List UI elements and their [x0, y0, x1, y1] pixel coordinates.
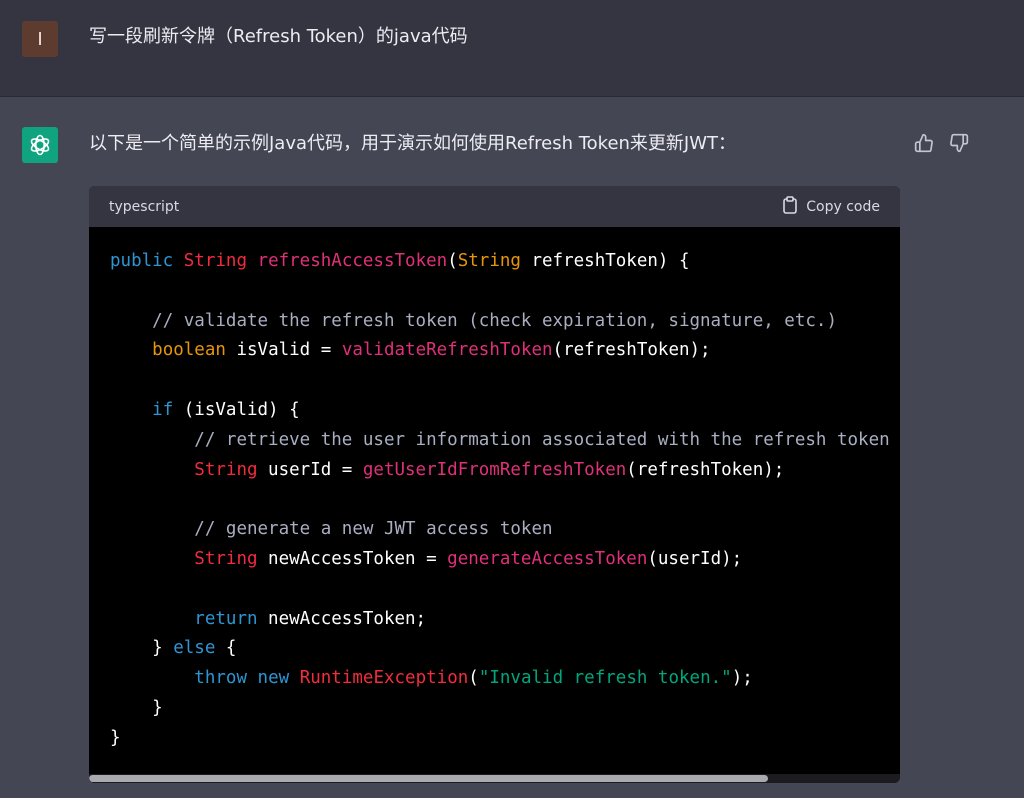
- code-token: // retrieve the user information associa…: [194, 429, 900, 450]
- code-token: throw: [194, 668, 247, 689]
- code-line: }: [110, 724, 900, 754]
- user-avatar: I: [22, 21, 58, 57]
- code-line: boolean isValid = validateRefreshToken(r…: [110, 336, 900, 366]
- code-token: getUserIdFromRefreshToken: [362, 459, 627, 480]
- code-line: return newAccessToken;: [110, 605, 900, 635]
- thumbs-up-icon[interactable]: [913, 132, 935, 154]
- code-line: // retrieve the user information associa…: [110, 426, 900, 456]
- assistant-intro-text: 以下是一个简单的示例Java代码，用于演示如何使用Refresh Token来更…: [89, 133, 737, 154]
- code-token: String: [194, 459, 258, 480]
- code-token: (: [447, 251, 458, 271]
- code-token: return: [194, 608, 258, 629]
- code-token: userId =: [257, 459, 363, 480]
- code-line: public String refreshAccessToken(String …: [110, 247, 900, 277]
- code-token: (userId);: [647, 548, 743, 569]
- code-token: String: [194, 548, 258, 569]
- code-token: isValid =: [225, 340, 342, 361]
- code-token: (isValid) {: [173, 399, 300, 420]
- code-token: // generate a new JWT access token: [194, 519, 553, 540]
- code-line: throw new RuntimeException("Invalid refr…: [110, 664, 900, 694]
- code-token: validateRefreshToken: [341, 340, 553, 361]
- code-line: // generate a new JWT access token: [110, 515, 900, 545]
- scrollbar-thumb[interactable]: [89, 775, 768, 782]
- code-line: // validate the refresh token (check exp…: [110, 307, 900, 337]
- code-token: RuntimeException: [299, 668, 469, 689]
- code-token: (refreshToken);: [552, 340, 711, 361]
- code-token: }: [110, 697, 163, 718]
- clipboard-icon: [782, 195, 798, 218]
- code-token: if: [152, 399, 174, 420]
- code-token: {: [215, 638, 237, 659]
- code-token: boolean: [152, 340, 226, 361]
- code-token: );: [731, 668, 753, 689]
- code-line: } else {: [110, 634, 900, 664]
- code-token: // validate the refresh token (check exp…: [152, 310, 837, 331]
- code-token: refreshAccessToken: [257, 251, 448, 271]
- thumbs-down-icon[interactable]: [948, 132, 970, 154]
- user-prompt-text: 写一段刷新令牌（Refresh Token）的java代码: [89, 26, 468, 47]
- chatgpt-logo-icon: [22, 127, 58, 163]
- code-token: (: [468, 668, 479, 689]
- code-body: public String refreshAccessToken(String …: [89, 227, 900, 775]
- code-token: refreshToken) {: [520, 251, 690, 271]
- code-line: String userId = getUserIdFromRefreshToke…: [110, 456, 900, 486]
- code-line: }: [110, 694, 900, 724]
- code-token: (refreshToken);: [626, 459, 785, 480]
- code-content: public String refreshAccessToken(String …: [110, 247, 900, 754]
- code-block-header: typescript Copy code: [89, 186, 900, 227]
- code-token: String: [183, 251, 247, 271]
- code-line: String newAccessToken = generateAccessTo…: [110, 545, 900, 575]
- code-language-label: typescript: [109, 198, 180, 215]
- code-token: }: [110, 727, 121, 748]
- copy-code-button[interactable]: Copy code: [782, 195, 880, 218]
- user-message-row: I 写一段刷新令牌（Refresh Token）的java代码: [0, 0, 1024, 97]
- code-token: "Invalid refresh token.": [478, 668, 732, 689]
- code-token: public: [110, 251, 174, 271]
- code-token: else: [173, 638, 216, 659]
- code-block: typescript Copy code public String refre…: [89, 186, 900, 783]
- code-token: newAccessToken =: [257, 548, 448, 569]
- assistant-message-row: 以下是一个简单的示例Java代码，用于演示如何使用Refresh Token来更…: [0, 97, 1024, 798]
- code-token: String: [457, 251, 521, 271]
- code-token: generateAccessToken: [447, 548, 648, 569]
- code-token: }: [110, 638, 174, 659]
- horizontal-scrollbar[interactable]: [89, 774, 900, 783]
- copy-code-label: Copy code: [806, 198, 880, 215]
- code-token: newAccessToken;: [257, 608, 427, 629]
- code-line: if (isValid) {: [110, 396, 900, 426]
- code-token: new: [257, 668, 290, 689]
